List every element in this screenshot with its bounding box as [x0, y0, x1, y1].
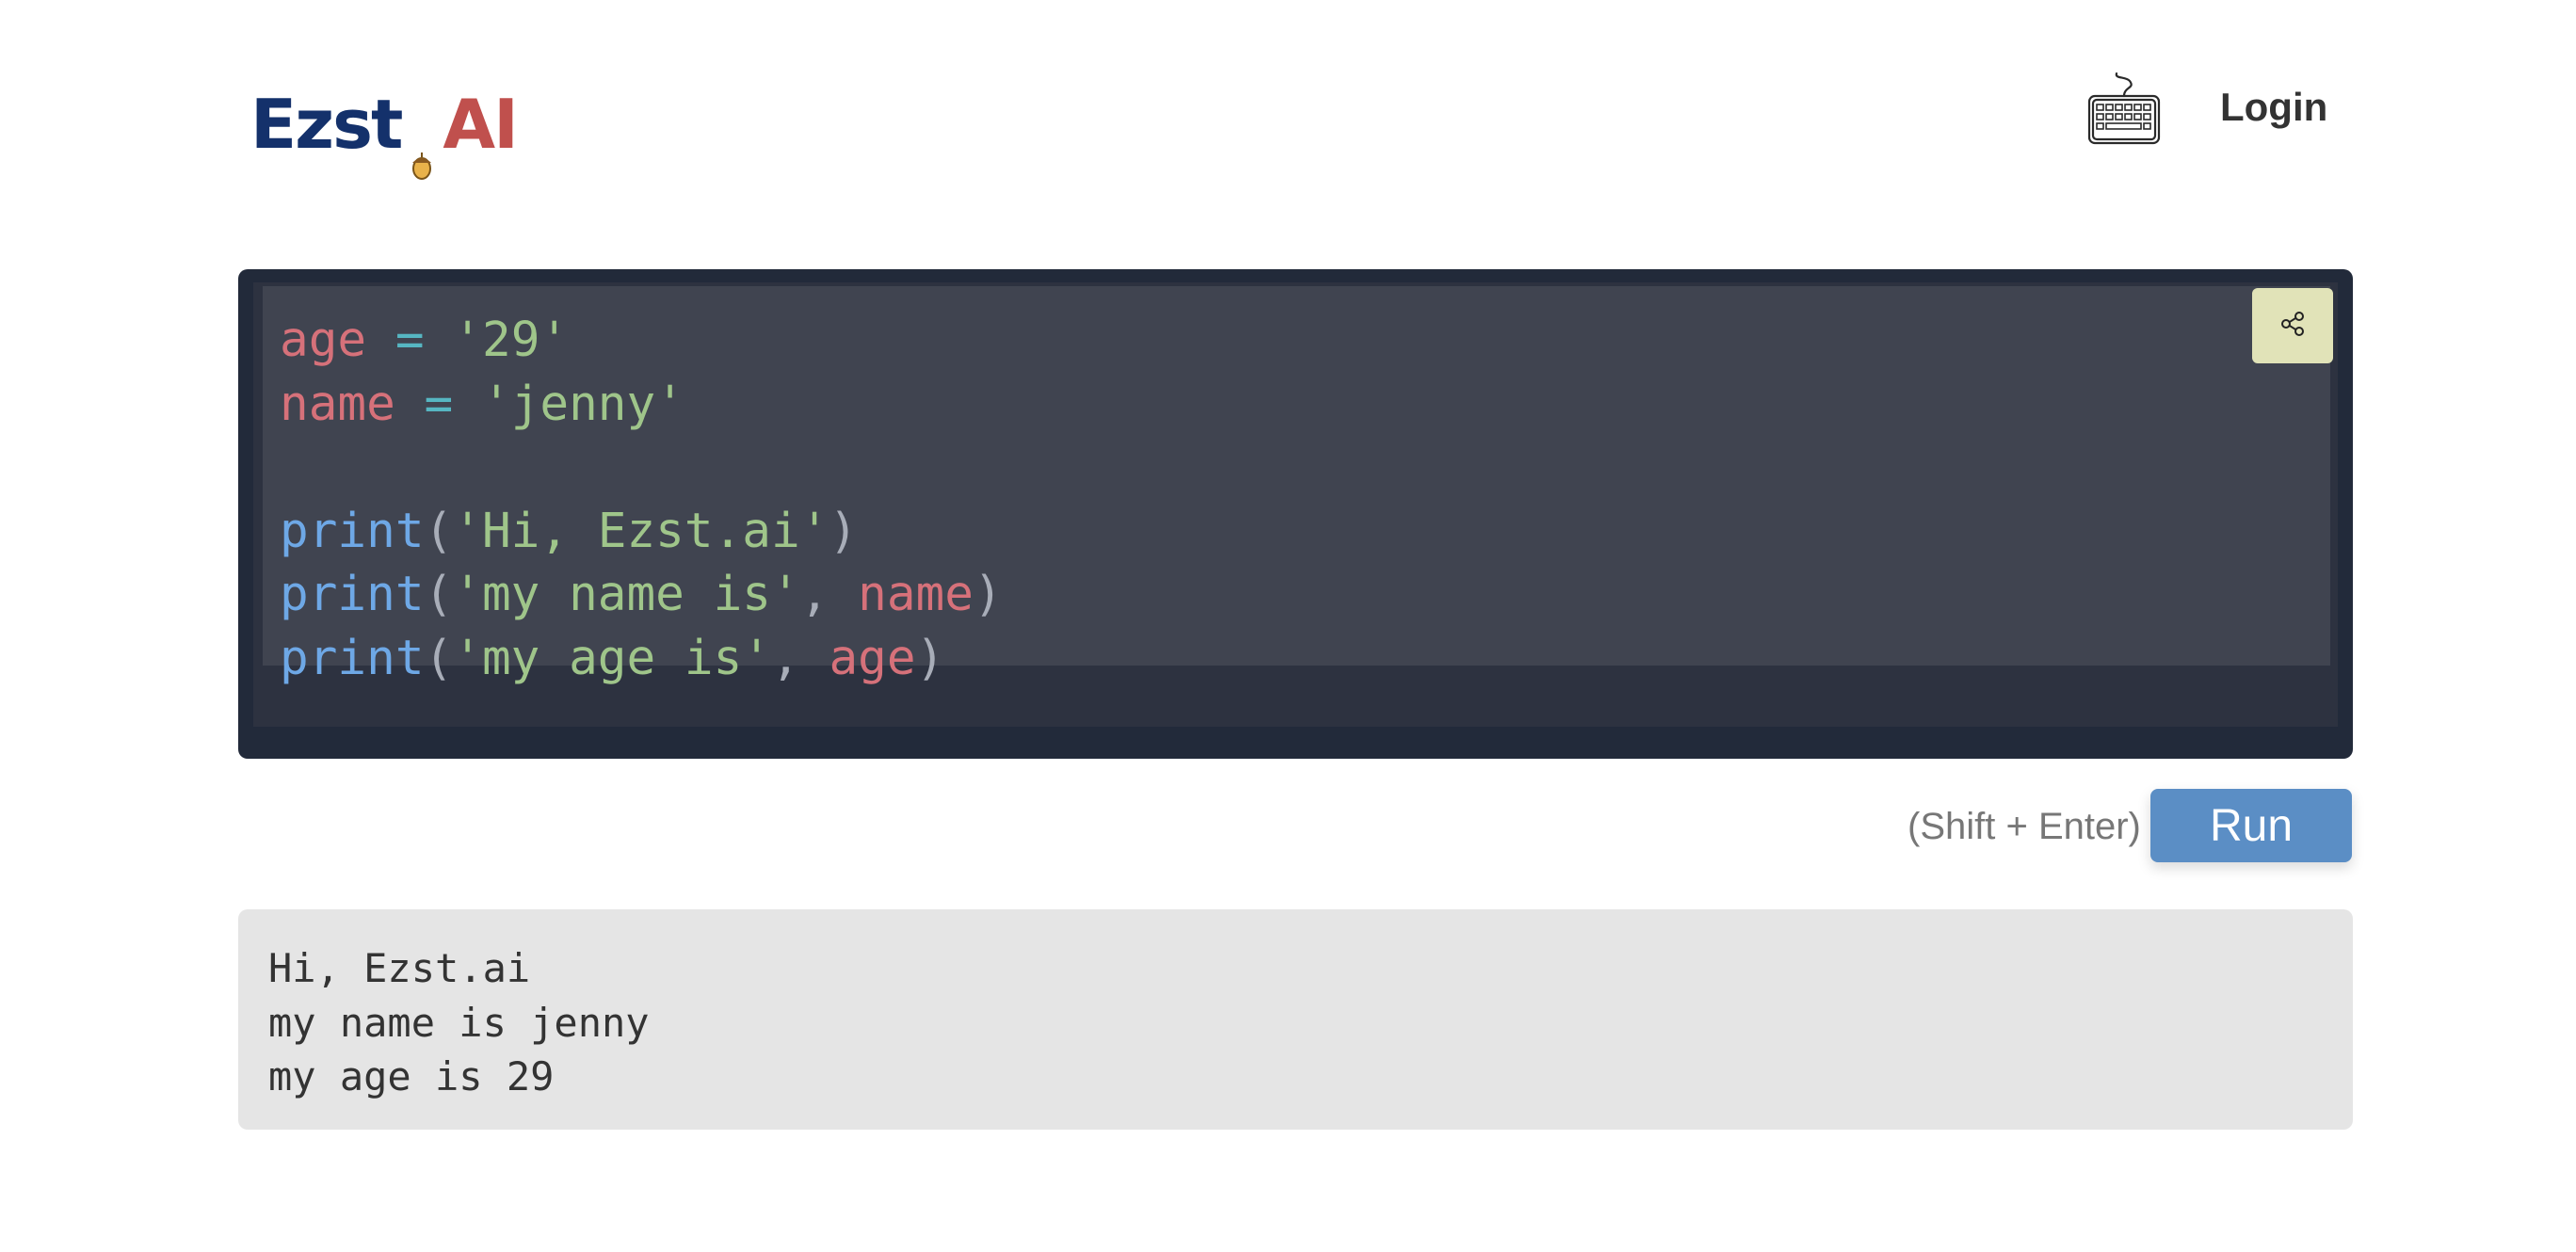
code-token: name	[858, 567, 974, 622]
login-link[interactable]: Login	[2220, 85, 2327, 130]
output-line: my age is 29	[268, 1053, 555, 1100]
code-token: '29'	[453, 313, 570, 368]
code-token: ,	[799, 567, 859, 622]
code-token: (	[424, 503, 454, 559]
code-token: 'Hi, Ezst.ai'	[453, 503, 829, 559]
code-line[interactable]: print('my age is', age)	[280, 627, 1003, 691]
editor-content[interactable]: age = '29' name = 'jenny' print('Hi, Ezst.…	[253, 282, 2338, 727]
logo-text-ai: AI	[443, 85, 519, 164]
code-token: )	[973, 567, 1003, 622]
output-panel: Hi, Ezst.ai my name is jenny my age is 29	[238, 909, 2353, 1130]
code-token: (	[424, 567, 454, 622]
output-text: Hi, Ezst.ai my name is jenny my age is 29	[268, 941, 650, 1104]
code-token: (	[424, 630, 454, 686]
code-line[interactable]: print('my name is', name)	[280, 563, 1003, 627]
code-token: =	[424, 376, 454, 432]
code-token: print	[280, 630, 425, 686]
share-button[interactable]	[2252, 288, 2333, 363]
code-line[interactable]	[280, 436, 1003, 500]
code-token: age	[829, 630, 916, 686]
code-token: 'my name is'	[453, 567, 800, 622]
share-icon	[2278, 310, 2307, 343]
code-token: )	[829, 503, 859, 559]
code-token: print	[280, 503, 425, 559]
acorn-icon	[411, 122, 433, 180]
logo-text-ezst: Ezst	[250, 85, 403, 164]
code-line[interactable]: print('Hi, Ezst.ai')	[280, 500, 1003, 564]
code-token: 'my age is'	[453, 630, 772, 686]
logo[interactable]: Ezst AI	[250, 73, 519, 180]
code-token: name	[280, 376, 395, 432]
code-line[interactable]: age = '29'	[280, 309, 1003, 373]
run-shortcut-hint: (Shift + Enter)	[1908, 806, 2141, 847]
code-token: )	[915, 630, 945, 686]
code-line[interactable]: name = 'jenny'	[280, 373, 1003, 437]
code-token: =	[394, 313, 425, 368]
keyboard-icon[interactable]	[2086, 72, 2162, 147]
code-lines[interactable]: age = '29' name = 'jenny' print('Hi, Ezst.…	[280, 309, 1003, 690]
output-line: Hi, Ezst.ai	[268, 945, 531, 991]
code-token: print	[280, 567, 425, 622]
run-button[interactable]: Run	[2150, 789, 2352, 862]
code-token: age	[280, 313, 367, 368]
output-line: my name is jenny	[268, 999, 650, 1046]
code-token: 'jenny'	[481, 376, 684, 432]
code-editor[interactable]: age = '29' name = 'jenny' print('Hi, Ezst.…	[238, 269, 2353, 759]
code-token: ,	[771, 630, 829, 686]
